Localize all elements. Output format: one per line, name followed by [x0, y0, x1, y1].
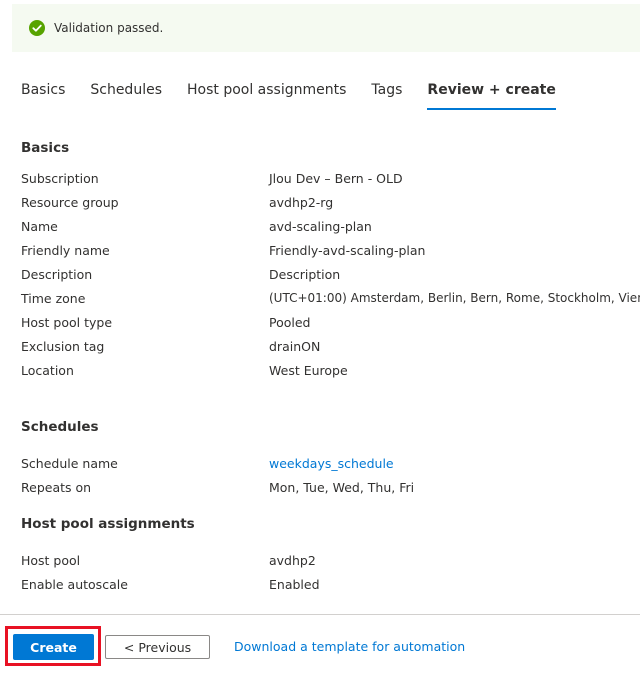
previous-button[interactable]: < Previous	[105, 635, 210, 659]
row-label: Enable autoscale	[21, 577, 128, 592]
row-label: Host pool	[21, 553, 81, 568]
section-title-basics: Basics	[21, 140, 70, 156]
summary-row-location: Location West Europe	[21, 363, 640, 383]
wizard-tabs: Basics Schedules Host pool assignments T…	[21, 82, 581, 110]
schedule-name-link[interactable]: weekdays_schedule	[269, 456, 394, 471]
section-title-schedules: Schedules	[21, 419, 99, 435]
row-label: Host pool type	[21, 315, 113, 330]
row-label: Description	[21, 267, 93, 282]
summary-row-exclusion-tag: Exclusion tag drainON	[21, 339, 640, 359]
row-value: Mon, Tue, Wed, Thu, Fri	[269, 480, 415, 495]
tab-tags[interactable]: Tags	[371, 82, 402, 110]
create-button[interactable]: Create	[13, 634, 94, 660]
summary-row-repeats-on: Repeats on Mon, Tue, Wed, Thu, Fri	[21, 480, 640, 500]
tab-schedules[interactable]: Schedules	[90, 82, 162, 110]
check-circle-icon	[29, 20, 45, 36]
summary-row-name: Name avd-scaling-plan	[21, 219, 640, 239]
row-label: Name	[21, 219, 58, 234]
row-label: Repeats on	[21, 480, 92, 495]
row-value: Friendly-avd-scaling-plan	[269, 243, 426, 258]
summary-row-enable-autoscale: Enable autoscale Enabled	[21, 577, 640, 597]
summary-row-time-zone: Time zone (UTC+01:00) Amsterdam, Berlin,…	[21, 291, 640, 311]
summary-row-description: Description Description	[21, 267, 640, 287]
row-value: West Europe	[269, 363, 348, 378]
row-label: Schedule name	[21, 456, 118, 471]
row-value: Jlou Dev – Bern - OLD	[269, 171, 403, 186]
tab-basics[interactable]: Basics	[21, 82, 65, 110]
summary-row-friendly-name: Friendly name Friendly-avd-scaling-plan	[21, 243, 640, 263]
row-label: Subscription	[21, 171, 99, 186]
previous-button-label: Previous	[138, 639, 192, 655]
row-value: Pooled	[269, 315, 311, 330]
chevron-left-icon: <	[123, 639, 135, 655]
tab-review-create[interactable]: Review + create	[427, 82, 557, 110]
summary-row-subscription: Subscription Jlou Dev – Bern - OLD	[21, 171, 640, 191]
row-label: Resource group	[21, 195, 119, 210]
row-value: avdhp2-rg	[269, 195, 334, 210]
row-label: Time zone	[21, 291, 86, 306]
footer-divider	[0, 614, 640, 615]
row-label: Location	[21, 363, 74, 378]
validation-message: Validation passed.	[54, 21, 164, 35]
row-value: avd-scaling-plan	[269, 219, 372, 234]
summary-row-schedule-name: Schedule name weekdays_schedule	[21, 456, 640, 476]
tab-host-pool-assignments[interactable]: Host pool assignments	[187, 82, 346, 110]
row-label: Friendly name	[21, 243, 110, 258]
row-value: avdhp2	[269, 553, 316, 568]
row-label: Exclusion tag	[21, 339, 105, 354]
row-value: Enabled	[269, 577, 320, 592]
validation-banner: Validation passed.	[12, 4, 640, 52]
row-value: Description	[269, 267, 341, 282]
section-title-host-pool-assignments: Host pool assignments	[21, 516, 195, 532]
summary-row-resource-group: Resource group avdhp2-rg	[21, 195, 640, 215]
row-value: drainON	[269, 339, 321, 354]
summary-row-host-pool: Host pool avdhp2	[21, 553, 640, 573]
download-template-link[interactable]: Download a template for automation	[234, 639, 465, 654]
row-value: (UTC+01:00) Amsterdam, Berlin, Bern, Rom…	[269, 291, 640, 305]
summary-row-host-pool-type: Host pool type Pooled	[21, 315, 640, 335]
